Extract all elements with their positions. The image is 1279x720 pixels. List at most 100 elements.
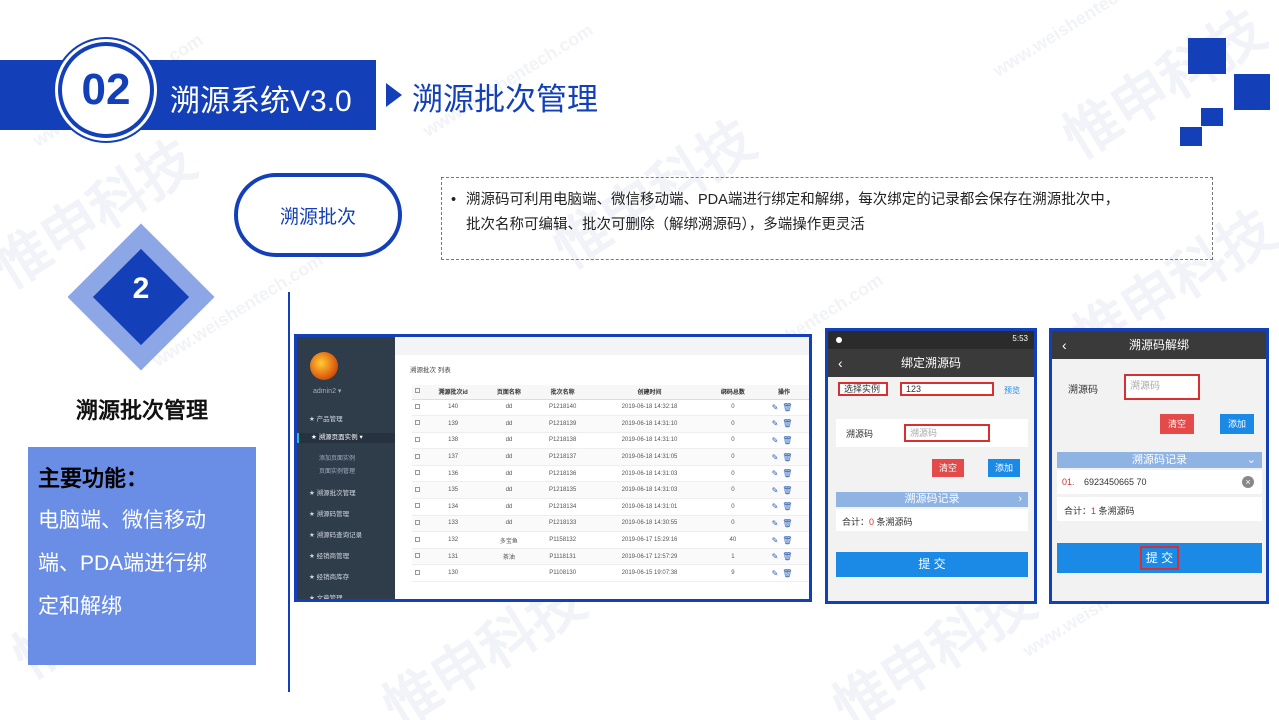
sidebar-item-dealer-stock[interactable]: ★ 经销商库存: [297, 573, 395, 583]
row-actions[interactable]: ✎🗑: [757, 399, 809, 417]
row-checkbox[interactable]: [412, 564, 423, 583]
delete-icon[interactable]: 🗑: [782, 536, 796, 545]
description-line: 溯源码可利用电脑端、微信移动端、PDA端进行绑定和解绑，每次绑定的记录都会保存在…: [466, 192, 1120, 208]
edit-icon[interactable]: ✎: [772, 486, 783, 495]
table-cell: 0: [707, 498, 758, 516]
edit-icon[interactable]: ✎: [772, 453, 783, 462]
row-checkbox[interactable]: [412, 415, 423, 433]
delete-icon[interactable]: 🗑: [782, 453, 796, 462]
delete-icon[interactable]: 🗑: [782, 502, 796, 511]
edit-icon[interactable]: ✎: [772, 519, 783, 528]
sidebar-item-code[interactable]: ★ 溯源码管理: [297, 510, 395, 520]
row-actions[interactable]: ✎🗑: [757, 531, 809, 549]
sidebar-item-page-instance[interactable]: ★ 溯源页面实例 ▾: [297, 433, 395, 443]
add-button[interactable]: 添加: [988, 459, 1020, 477]
row-actions[interactable]: ✎🗑: [757, 448, 809, 466]
sidebar-sub-instance-manage[interactable]: 页面实例管理: [319, 466, 355, 475]
row-actions[interactable]: ✎🗑: [757, 465, 809, 483]
record-bar[interactable]: 溯源码记录 ⌄: [1057, 452, 1262, 468]
row-checkbox[interactable]: [412, 465, 423, 483]
record-bar[interactable]: 溯源码记录 ›: [836, 492, 1028, 507]
table-row: 135 dd P1218135 2019-06-18 14:31:03 0 ✎🗑: [412, 481, 809, 500]
edit-icon[interactable]: ✎: [772, 419, 783, 428]
delete-icon[interactable]: 🗑: [782, 519, 796, 528]
edit-icon[interactable]: ✎: [772, 569, 783, 578]
delete-icon[interactable]: 🗑: [782, 419, 796, 428]
delete-icon[interactable]: 🗑: [782, 469, 796, 478]
preview-link[interactable]: 预览: [1004, 385, 1020, 396]
table-cell: 40: [707, 531, 758, 549]
select-instance-input[interactable]: 123: [900, 382, 994, 396]
system-title: 溯源系统V3.0: [170, 85, 352, 118]
sidebar-item-dealer[interactable]: ★ 经销商管理: [297, 552, 395, 562]
table-cell: 0: [707, 399, 758, 417]
edit-icon[interactable]: ✎: [772, 403, 783, 412]
delete-icon[interactable]: 🗑: [782, 569, 796, 578]
row-actions[interactable]: ✎🗑: [757, 481, 809, 500]
sidebar-item-article[interactable]: ★ 文章管理: [297, 594, 395, 599]
submit-button[interactable]: 提 交: [1057, 543, 1262, 573]
code-input[interactable]: 溯源码: [904, 424, 990, 442]
watermark-url: www.weishentech.com: [989, 0, 1167, 81]
row-checkbox[interactable]: [412, 432, 423, 450]
row-checkbox[interactable]: [412, 448, 423, 466]
delete-icon[interactable]: 🗑: [782, 552, 796, 561]
col-header[interactable]: 溯源批次id: [422, 385, 484, 400]
row-actions[interactable]: ✎🗑: [757, 515, 809, 533]
table-cell: 茶油: [483, 548, 535, 566]
table-cell: P1218134: [534, 498, 592, 516]
row-actions[interactable]: ✎🗑: [757, 432, 809, 450]
row-checkbox[interactable]: [412, 515, 423, 533]
clear-button[interactable]: 清空: [932, 459, 964, 477]
delete-icon[interactable]: 🗑: [782, 486, 796, 495]
edit-icon[interactable]: ✎: [772, 436, 783, 445]
row-checkbox[interactable]: [412, 548, 423, 566]
row-checkbox[interactable]: [412, 498, 423, 516]
admin-user[interactable]: admin2 ▾: [313, 387, 341, 395]
table-row: 131 茶油 P1118131 2019-06-17 12:57:29 1 ✎🗑: [412, 548, 809, 566]
admin-sidebar: admin2 ▾ ★ 产品管理 ★ 溯源页面实例 ▾ 添加页面实例 页面实例管理…: [297, 337, 395, 599]
col-checkbox[interactable]: [412, 385, 423, 400]
sidebar-item-product[interactable]: ★ 产品管理: [297, 415, 395, 425]
edit-icon[interactable]: ✎: [772, 536, 783, 545]
table-cell: 2019-06-17 15:29:16: [591, 531, 708, 549]
bind-title-bar: ‹ 绑定溯源码: [828, 349, 1034, 377]
record-bar-label: 溯源码记录: [1132, 454, 1187, 466]
submit-button[interactable]: 提 交: [836, 552, 1028, 577]
row-checkbox[interactable]: [412, 531, 423, 549]
edit-icon[interactable]: ✎: [772, 469, 783, 478]
features-title: 主要功能：: [38, 466, 149, 491]
row-actions[interactable]: ✎🗑: [757, 548, 809, 566]
table-cell: P1118131: [534, 548, 592, 566]
add-button[interactable]: 添加: [1220, 414, 1254, 434]
delete-icon[interactable]: 🗑: [782, 403, 796, 412]
status-bar: 5:53: [828, 331, 1034, 349]
select-instance-label[interactable]: 选择实例: [838, 382, 888, 396]
delete-icon[interactable]: 🗑: [782, 436, 796, 445]
table-row: 133 dd P1218133 2019-06-18 14:30:55 0 ✎🗑: [412, 515, 809, 533]
back-arrow-icon[interactable]: ‹: [838, 349, 843, 377]
diamond-number: 2: [132, 272, 150, 305]
row-actions[interactable]: ✎🗑: [757, 498, 809, 516]
row-actions[interactable]: ✎🗑: [757, 415, 809, 433]
back-arrow-icon[interactable]: ‹: [1062, 331, 1067, 359]
table-cell: 0: [707, 481, 758, 500]
row-actions[interactable]: ✎🗑: [757, 564, 809, 583]
features-line: 端、PDA端进行绑: [38, 552, 208, 575]
sidebar-item-label: 产品管理: [316, 416, 343, 423]
code-input[interactable]: 溯源码: [1124, 374, 1200, 400]
edit-icon[interactable]: ✎: [772, 502, 783, 511]
clear-button[interactable]: 清空: [1160, 414, 1194, 434]
remove-icon[interactable]: ×: [1242, 476, 1254, 488]
table-cell: P1218139: [534, 415, 592, 433]
row-checkbox[interactable]: [412, 399, 423, 417]
section-number-badge: 02: [58, 42, 154, 138]
row-checkbox[interactable]: [412, 481, 423, 500]
sidebar-item-batch[interactable]: ★ 溯源批次管理: [297, 489, 395, 499]
sidebar-item-query-log[interactable]: ★ 溯源码查询记录: [297, 531, 395, 541]
table-cell: 1: [707, 548, 758, 566]
table-cell: 2019-06-15 19:07:38: [591, 564, 708, 583]
table-cell: dd: [483, 415, 535, 433]
sidebar-sub-add-instance[interactable]: 添加页面实例: [319, 453, 355, 462]
edit-icon[interactable]: ✎: [772, 552, 783, 561]
